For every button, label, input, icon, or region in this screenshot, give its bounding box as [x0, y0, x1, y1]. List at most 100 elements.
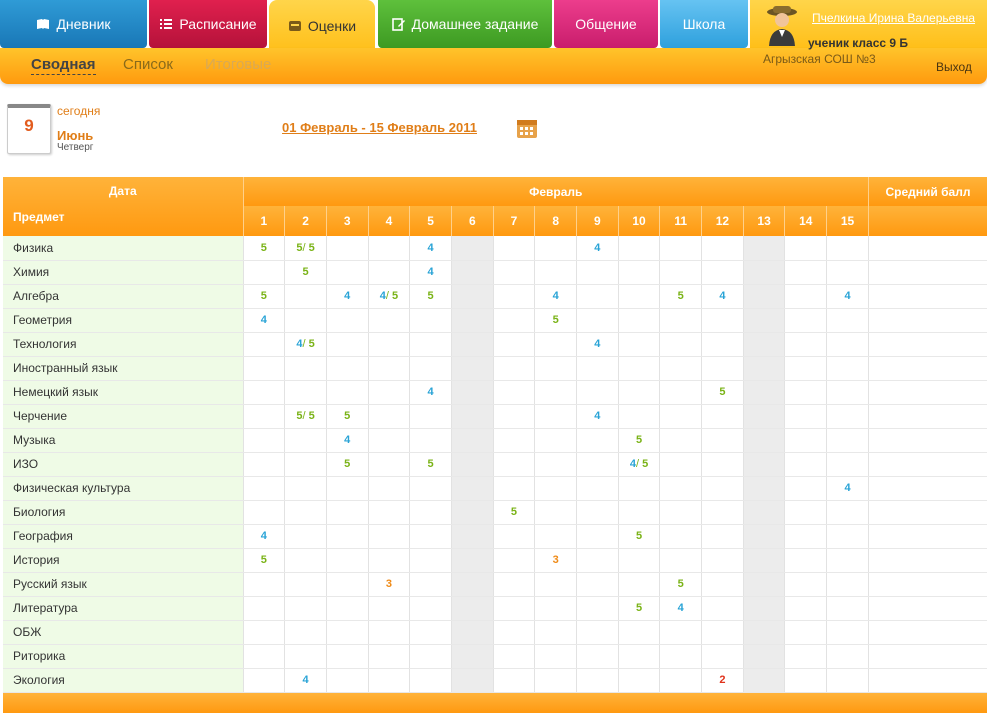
grade-cell[interactable]: 3 — [368, 572, 411, 597]
grade-mark[interactable]: 4 — [344, 290, 350, 302]
grade-cell[interactable]: 4 — [243, 308, 286, 333]
subject-name: Музыка — [3, 428, 244, 453]
grade-mark[interactable]: 4 — [302, 674, 308, 686]
grade-mark[interactable]: 4 — [261, 314, 267, 326]
grade-cell[interactable]: 4/ 5 — [284, 332, 327, 357]
grade-mark[interactable]: 4 — [719, 290, 725, 302]
grade-mark[interactable]: 4 — [594, 338, 600, 350]
grade-mark[interactable]: 5 — [344, 410, 350, 422]
grade-cell[interactable]: 4 — [576, 332, 619, 357]
grade-mark[interactable]: 4 — [428, 242, 434, 254]
grade-cell[interactable]: 5 — [659, 284, 703, 309]
grade-mark[interactable]: 5 — [636, 602, 642, 614]
grade-mark[interactable]: 5 — [428, 458, 434, 470]
grade-mark[interactable]: 5 — [309, 338, 315, 350]
grade-cell[interactable]: 5 — [326, 404, 369, 429]
grade-cell[interactable]: 3 — [534, 548, 577, 573]
grade-cell — [701, 356, 744, 381]
user-name-link[interactable]: Пчелкина Ирина Валерьевна — [812, 11, 975, 25]
grade-mark[interactable]: 5 — [392, 290, 398, 302]
grade-cell[interactable]: 5 — [409, 452, 452, 477]
grade-mark[interactable]: 3 — [386, 578, 392, 590]
grade-cell[interactable]: 5 — [659, 572, 703, 597]
grade-cell[interactable]: 5 — [409, 284, 452, 309]
grade-mark[interactable]: 5 — [678, 578, 684, 590]
grade-mark[interactable]: 4 — [428, 266, 434, 278]
grade-cell[interactable]: 4 — [659, 596, 703, 621]
grade-cell — [701, 308, 744, 333]
grade-cell[interactable]: 4/ 5 — [368, 284, 411, 309]
grade-cell[interactable]: 2 — [701, 668, 744, 693]
grade-mark[interactable]: 4 — [344, 434, 350, 446]
grade-cell[interactable]: 5 — [243, 236, 286, 261]
grade-mark[interactable]: 5 — [344, 458, 350, 470]
logout-link[interactable]: Выход — [936, 60, 972, 74]
grade-cell[interactable]: 5 — [701, 380, 744, 405]
grade-cell[interactable]: 4 — [284, 668, 327, 693]
grade-mark[interactable]: 5 — [719, 386, 725, 398]
grade-mark[interactable]: 4 — [261, 530, 267, 542]
grade-cell — [368, 332, 411, 357]
tab-shkola[interactable]: Школа — [660, 0, 748, 48]
grade-mark[interactable]: 2 — [719, 674, 725, 686]
grade-cell[interactable]: 5 — [618, 524, 661, 549]
grade-cell[interactable]: 5 — [243, 548, 286, 573]
tab-dnevnik[interactable]: Дневник — [0, 0, 147, 48]
tab-homework[interactable]: Домашнее задание — [378, 0, 552, 48]
grade-cell[interactable]: 4 — [826, 476, 869, 501]
grade-mark[interactable]: 5 — [678, 290, 684, 302]
grade-mark[interactable]: 5 — [642, 458, 648, 470]
grade-cell[interactable]: 5 — [243, 284, 286, 309]
grade-cell[interactable]: 4 — [409, 236, 452, 261]
grade-mark[interactable]: 5 — [261, 242, 267, 254]
grade-mark[interactable]: 4 — [844, 290, 850, 302]
grade-cell[interactable]: 4 — [409, 380, 452, 405]
grade-cell[interactable]: 4 — [326, 284, 369, 309]
grade-mark[interactable]: 4 — [594, 410, 600, 422]
grade-mark[interactable]: 5 — [428, 290, 434, 302]
grade-mark[interactable]: 5 — [636, 434, 642, 446]
grade-mark[interactable]: 5 — [261, 554, 267, 566]
grade-cell[interactable]: 4/ 5 — [618, 452, 661, 477]
grade-mark[interactable]: 5 — [261, 290, 267, 302]
grade-cell[interactable]: 5 — [534, 308, 577, 333]
grade-cell[interactable]: 4 — [534, 284, 577, 309]
grade-cell[interactable]: 4 — [576, 404, 619, 429]
grade-cell[interactable]: 5/ 5 — [284, 236, 327, 261]
grade-mark[interactable]: 4 — [678, 602, 684, 614]
grade-mark[interactable]: 4 — [428, 386, 434, 398]
header-day: 10 — [618, 206, 661, 236]
grade-cell[interactable]: 4 — [243, 524, 286, 549]
subtab-spisok[interactable]: Список — [123, 56, 173, 73]
average-cell — [868, 308, 987, 333]
grade-mark[interactable]: 5 — [309, 410, 315, 422]
calendar-picker-icon[interactable] — [516, 117, 538, 139]
grade-mark[interactable]: 5 — [553, 314, 559, 326]
grade-mark[interactable]: 4 — [553, 290, 559, 302]
subtab-itogovye[interactable]: Итоговые — [205, 56, 271, 73]
grade-mark[interactable]: 5 — [309, 242, 315, 254]
grade-mark[interactable]: 5 — [511, 506, 517, 518]
grade-mark[interactable]: 4 — [594, 242, 600, 254]
subtab-svodnaya[interactable]: Сводная — [31, 56, 96, 75]
grade-cell[interactable]: 4 — [701, 284, 744, 309]
grade-mark[interactable]: 5 — [302, 266, 308, 278]
grade-mark[interactable]: 4 — [844, 482, 850, 494]
tab-raspisanie[interactable]: Расписание — [149, 0, 267, 48]
grade-cell[interactable]: 5 — [618, 428, 661, 453]
grade-mark[interactable]: 5 — [636, 530, 642, 542]
grade-cell[interactable]: 5 — [493, 500, 536, 525]
grade-cell[interactable]: 4 — [409, 260, 452, 285]
grade-cell[interactable]: 4 — [576, 236, 619, 261]
grade-cell — [284, 476, 327, 501]
grade-cell[interactable]: 5/ 5 — [284, 404, 327, 429]
grade-cell[interactable]: 5 — [284, 260, 327, 285]
grade-cell[interactable]: 5 — [618, 596, 661, 621]
grade-cell[interactable]: 4 — [826, 284, 869, 309]
period-range-link[interactable]: 01 Февраль - 15 Февраль 2011 — [282, 120, 477, 135]
grade-cell[interactable]: 5 — [326, 452, 369, 477]
grade-mark[interactable]: 3 — [553, 554, 559, 566]
grade-cell[interactable]: 4 — [326, 428, 369, 453]
tab-ocenki[interactable]: Оценки — [269, 0, 375, 52]
tab-obshenie[interactable]: Общение — [554, 0, 658, 48]
